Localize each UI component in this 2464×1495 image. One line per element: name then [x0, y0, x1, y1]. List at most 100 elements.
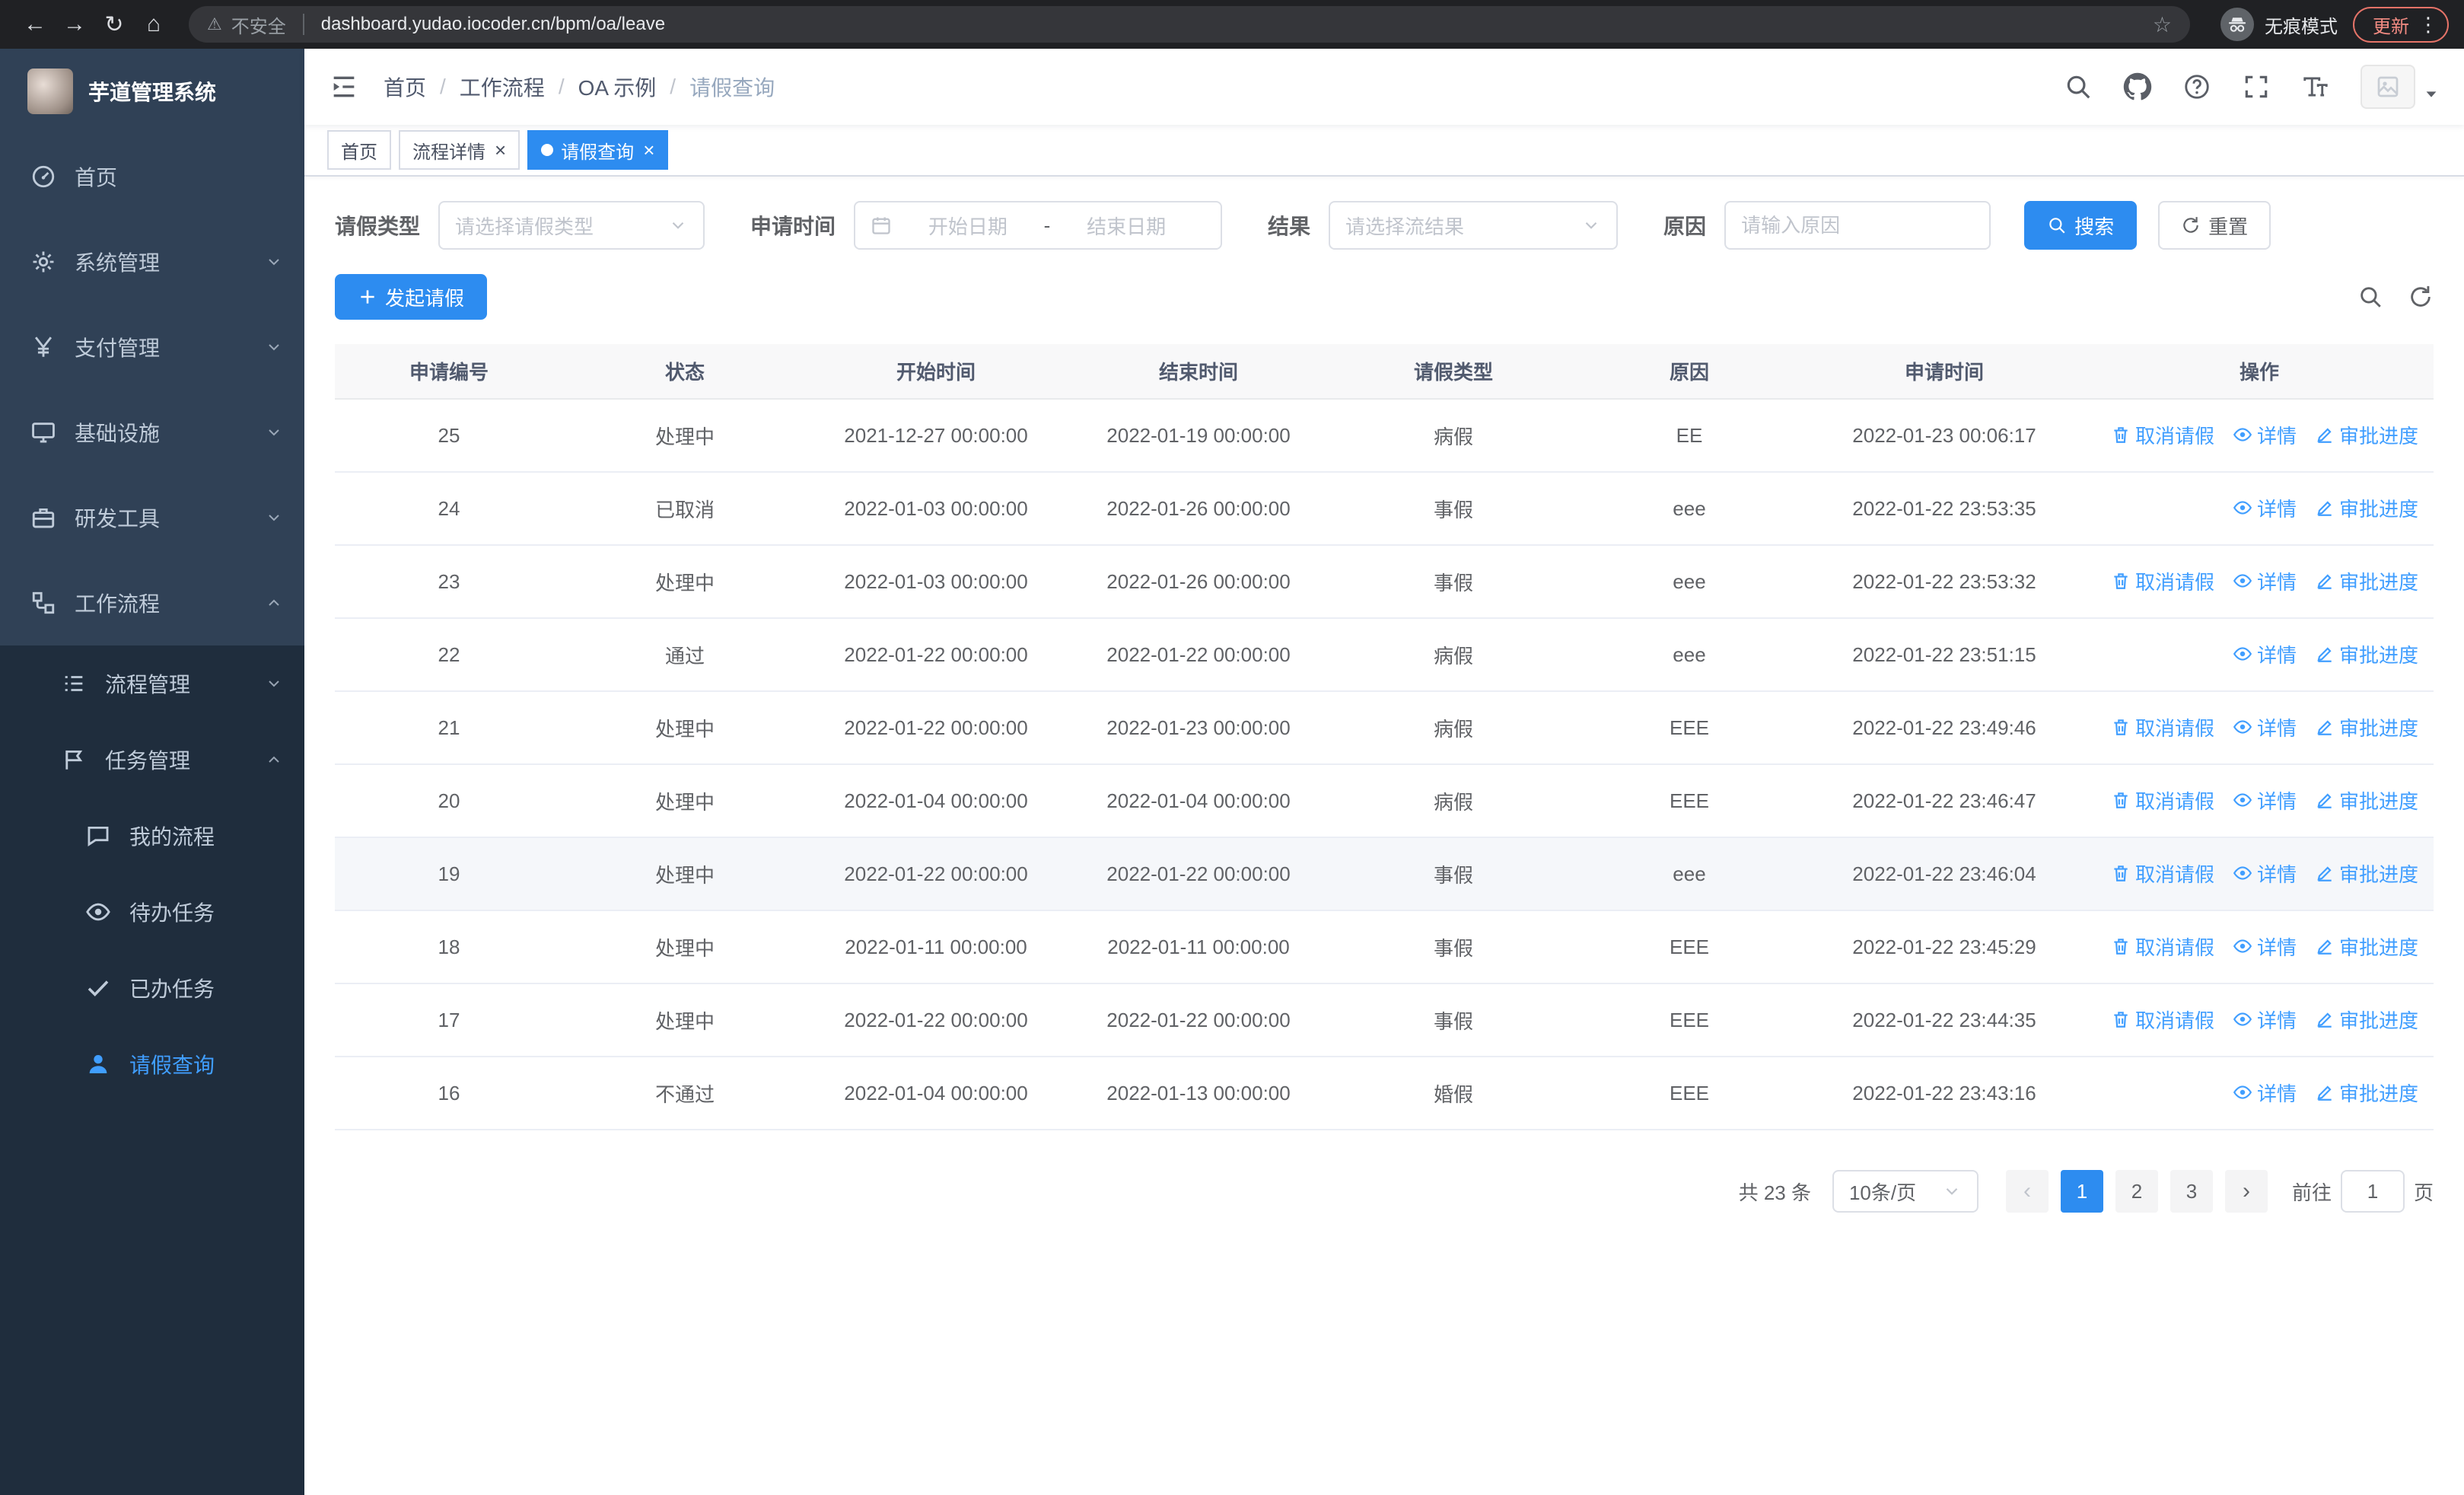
detail-link[interactable]: 详情	[2233, 713, 2297, 741]
toggle-search-icon[interactable]	[2357, 284, 2383, 310]
table-row[interactable]: 23 处理中 2022-01-03 00:00:00 2022-01-26 00:00…	[335, 545, 2434, 619]
cell-end-time: 2022-01-13 00:00:00	[1065, 1057, 1332, 1130]
font-size-icon[interactable]	[2301, 72, 2330, 101]
tab-流程详情[interactable]: 流程详情 ×	[399, 130, 520, 170]
sidebar-item-home[interactable]: 首页	[0, 134, 304, 219]
leave-type-label: 请假类型	[335, 215, 421, 238]
sidebar-collapse-icon[interactable]	[329, 72, 359, 102]
tab-close-icon[interactable]: ×	[495, 140, 506, 160]
sidebar-item-leave-query[interactable]: 请假查询	[0, 1026, 304, 1102]
reason-input[interactable]	[1724, 201, 1991, 250]
browser-address-bar[interactable]: ⚠ 不安全 dashboard.yudao.iocoder.cn/bpm/oa/…	[189, 6, 2190, 43]
approval-progress-link[interactable]: 审批进度	[2315, 567, 2418, 595]
page-button-2[interactable]: 2	[2115, 1170, 2158, 1213]
sidebar-item-label: 请假查询	[129, 1054, 215, 1077]
sidebar-item-task-management[interactable]: 任务管理	[0, 722, 304, 798]
table-row[interactable]: 17 处理中 2022-01-22 00:00:00 2022-01-22 00:00…	[335, 983, 2434, 1057]
page-button-1[interactable]: 1	[2060, 1170, 2103, 1213]
detail-link[interactable]: 详情	[2233, 494, 2297, 522]
browser-reload-icon[interactable]: ↻	[94, 11, 134, 38]
detail-link[interactable]: 详情	[2233, 786, 2297, 814]
sidebar-item-process-management[interactable]: 流程管理	[0, 645, 304, 722]
breadcrumb-item[interactable]: 工作流程	[460, 72, 545, 102]
cell-reason: eee	[1575, 472, 1803, 546]
table-row[interactable]: 25 处理中 2021-12-27 00:00:00 2022-01-19 00:00…	[335, 399, 2434, 473]
approval-progress-link[interactable]: 审批进度	[2315, 1006, 2418, 1034]
breadcrumb-item[interactable]: 首页	[384, 72, 426, 102]
detail-link[interactable]: 详情	[2233, 421, 2297, 449]
approval-progress-link[interactable]: 审批进度	[2315, 1079, 2418, 1107]
search-icon[interactable]	[2064, 72, 2093, 101]
cancel-leave-link[interactable]: 取消请假	[2111, 567, 2214, 595]
approval-progress-link[interactable]: 审批进度	[2315, 932, 2418, 961]
github-icon[interactable]	[2123, 72, 2152, 101]
next-page-button[interactable]: ›	[2224, 1170, 2268, 1213]
cancel-leave-link[interactable]: 取消请假	[2111, 713, 2214, 741]
tab-close-icon[interactable]: ×	[643, 140, 654, 160]
table-row[interactable]: 24 已取消 2022-01-03 00:00:00 2022-01-26 00:00…	[335, 472, 2434, 546]
bookmark-star-icon[interactable]: ☆	[2153, 12, 2172, 37]
table-row[interactable]: 20 处理中 2022-01-04 00:00:00 2022-01-04 00:00…	[335, 764, 2434, 838]
approval-progress-link[interactable]: 审批进度	[2315, 786, 2418, 814]
approval-progress-link[interactable]: 审批进度	[2315, 494, 2418, 522]
table-row[interactable]: 21 处理中 2022-01-22 00:00:00 2022-01-23 00:00…	[335, 691, 2434, 765]
detail-link[interactable]: 详情	[2233, 932, 2297, 961]
page-size-select[interactable]: 10条/页	[1832, 1170, 1979, 1213]
sidebar-item-system[interactable]: 系统管理	[0, 219, 304, 304]
browser-home-icon[interactable]: ⌂	[134, 11, 173, 37]
detail-link[interactable]: 详情	[2233, 567, 2297, 595]
sidebar: 芋道管理系统 首页 系统管理 支付管理 基础设施 研发工具 工作流程 流程管理 任务管理 我的流…	[0, 49, 304, 1495]
browser-menu-icon[interactable]: ⋮	[2418, 13, 2438, 37]
browser-forward-icon[interactable]: →	[55, 11, 94, 37]
create-leave-button[interactable]: 发起请假	[335, 274, 488, 320]
help-icon[interactable]	[2182, 72, 2211, 101]
page-button-3[interactable]: 3	[2170, 1170, 2213, 1213]
refresh-table-icon[interactable]	[2408, 284, 2434, 310]
tab-首页[interactable]: 首页	[327, 130, 391, 170]
breadcrumb-item[interactable]: OA 示例	[578, 72, 657, 102]
detail-link[interactable]: 详情	[2233, 1006, 2297, 1034]
reset-button[interactable]: 重置	[2158, 201, 2271, 250]
security-warning-label[interactable]: 不安全	[231, 11, 286, 38]
leave-type-select[interactable]: 请选择请假类型	[438, 201, 705, 250]
approval-progress-link[interactable]: 审批进度	[2315, 421, 2418, 449]
approval-progress-link[interactable]: 审批进度	[2315, 640, 2418, 668]
sidebar-item-dev-tools[interactable]: 研发工具	[0, 475, 304, 560]
detail-link[interactable]: 详情	[2233, 859, 2297, 888]
chevron-down-icon	[265, 253, 283, 271]
update-label: 更新	[2373, 16, 2409, 37]
approval-progress-link[interactable]: 审批进度	[2315, 859, 2418, 888]
detail-link[interactable]: 详情	[2233, 1079, 2297, 1107]
sidebar-item-my-process[interactable]: 我的流程	[0, 798, 304, 874]
avatar	[2361, 65, 2415, 109]
table-row[interactable]: 19 处理中 2022-01-22 00:00:00 2022-01-22 00:00…	[335, 837, 2434, 911]
sidebar-item-todo-task[interactable]: 待办任务	[0, 874, 304, 950]
cell-actions: 取消请假 详情 审批进度	[2085, 983, 2434, 1057]
sidebar-item-payment[interactable]: 支付管理	[0, 304, 304, 390]
prev-page-button[interactable]: ‹	[2005, 1170, 2049, 1213]
cancel-leave-link[interactable]: 取消请假	[2111, 421, 2214, 449]
goto-page-input[interactable]	[2340, 1170, 2405, 1213]
table-row[interactable]: 16 不通过 2022-01-04 00:00:00 2022-01-13 00:00…	[335, 1057, 2434, 1130]
browser-back-icon[interactable]: ←	[15, 11, 55, 37]
app-logo[interactable]: 芋道管理系统	[0, 49, 304, 134]
sidebar-item-done-task[interactable]: 已办任务	[0, 950, 304, 1026]
edit-icon	[2315, 790, 2335, 810]
date-range-picker[interactable]: 开始日期 - 结束日期	[854, 201, 1223, 250]
sidebar-item-workflow[interactable]: 工作流程	[0, 560, 304, 645]
approval-progress-link[interactable]: 审批进度	[2315, 713, 2418, 741]
table-row[interactable]: 22 通过 2022-01-22 00:00:00 2022-01-22 00:00:…	[335, 618, 2434, 692]
search-button[interactable]: 搜索	[2024, 201, 2138, 250]
cancel-leave-link[interactable]: 取消请假	[2111, 859, 2214, 888]
fullscreen-icon[interactable]	[2242, 72, 2271, 101]
table-row[interactable]: 18 处理中 2022-01-11 00:00:00 2022-01-11 00:00…	[335, 910, 2434, 984]
detail-link[interactable]: 详情	[2233, 640, 2297, 668]
cancel-leave-link[interactable]: 取消请假	[2111, 1006, 2214, 1034]
result-select[interactable]: 请选择流结果	[1329, 201, 1619, 250]
tab-请假查询[interactable]: 请假查询 ×	[527, 130, 669, 170]
browser-update-button[interactable]: 更新 ⋮	[2353, 6, 2449, 43]
sidebar-item-infrastructure[interactable]: 基础设施	[0, 390, 304, 475]
user-menu[interactable]	[2361, 65, 2440, 109]
cancel-leave-link[interactable]: 取消请假	[2111, 786, 2214, 814]
cancel-leave-link[interactable]: 取消请假	[2111, 932, 2214, 961]
